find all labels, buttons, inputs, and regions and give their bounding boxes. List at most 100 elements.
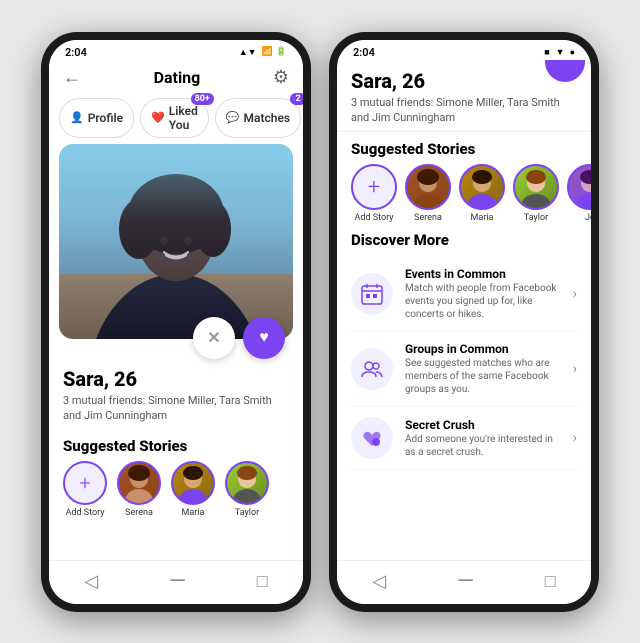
- discover-more-title: Discover More: [351, 231, 577, 249]
- story2-serena[interactable]: Serena: [405, 164, 451, 223]
- nav-back-2[interactable]: ◁: [372, 571, 386, 592]
- maria-avatar: [171, 461, 215, 505]
- nav-home-1[interactable]: —: [169, 569, 186, 594]
- secret-crush-icon-wrap: [351, 417, 393, 459]
- nav-bar-2: ◁ — □: [337, 560, 591, 604]
- story-add[interactable]: + Add Story: [63, 461, 107, 518]
- add-story-circle[interactable]: +: [63, 461, 107, 505]
- pass-icon: ✕: [207, 328, 220, 348]
- maria-2-label: Maria: [471, 213, 494, 223]
- stories-row: + Add Story Serena: [49, 461, 303, 518]
- nav-bar-1: ◁ — □: [49, 560, 303, 604]
- tab-matches[interactable]: 💬 Matches 2: [215, 98, 301, 138]
- status-icons-2: ■ ▼ ●: [544, 47, 575, 58]
- profile-info: Sara, 26 3 mutual friends: Simone Miller…: [49, 359, 303, 430]
- pass-button[interactable]: ✕: [193, 317, 235, 359]
- phone-2: 2:04 ■ ▼ ● Sara, 26 3 mutual friends: Si…: [329, 32, 599, 612]
- liked-you-badge: 80+: [191, 93, 214, 105]
- events-desc: Match with people from Facebook events y…: [405, 282, 561, 321]
- time-2: 2:04: [353, 46, 375, 59]
- suggested-stories-2-title: Suggested Stories: [337, 132, 591, 164]
- secret-crush-title: Secret Crush: [405, 418, 561, 432]
- suggested-stories-title: Suggested Stories: [49, 429, 303, 461]
- time-1: 2:04: [65, 46, 87, 59]
- status-icons-1: ▲▼ 📶 🔋: [239, 47, 287, 58]
- phone-1-screen: 2:04 ▲▼ 📶 🔋 ← Dating ⚙ 👤 Profile: [49, 40, 303, 604]
- nav-back-1[interactable]: ◁: [84, 571, 98, 592]
- profile-tab-label: Profile: [88, 111, 123, 125]
- groups-in-common-item[interactable]: Groups in Common See suggested matches w…: [351, 332, 577, 407]
- secret-crush-desc: Add someone you're interested in as a se…: [405, 433, 561, 459]
- story-serena[interactable]: Serena: [117, 461, 161, 518]
- taylor-avatar: [225, 461, 269, 505]
- liked-you-tab-icon: ❤️: [151, 111, 165, 124]
- events-text: Events in Common Match with people from …: [405, 267, 561, 321]
- app-header: ← Dating ⚙: [49, 61, 303, 94]
- events-arrow: ›: [573, 286, 577, 302]
- serena-label: Serena: [125, 508, 153, 518]
- matches-badge: 2: [290, 93, 303, 105]
- tab-profile[interactable]: 👤 Profile: [59, 98, 134, 138]
- events-in-common-item[interactable]: Events in Common Match with people from …: [351, 257, 577, 332]
- groups-desc: See suggested matches who are members of…: [405, 357, 561, 396]
- matches-tab-icon: 💬: [226, 111, 240, 124]
- discover-more-section: Discover More Events in Commo: [337, 231, 591, 470]
- like-button[interactable]: ♥: [243, 317, 285, 359]
- groups-text: Groups in Common See suggested matches w…: [405, 342, 561, 396]
- tab-bar: 👤 Profile ❤️ Liked You 80+ 💬 Matches 2: [49, 94, 303, 144]
- serena-2-avatar: [405, 164, 451, 210]
- status-bar-1: 2:04 ▲▼ 📶 🔋: [49, 40, 303, 61]
- jo-avatar: [567, 164, 591, 210]
- image-overlay: [59, 144, 293, 339]
- profile-image: [59, 144, 293, 339]
- add-story-2-circle[interactable]: +: [351, 164, 397, 210]
- secret-crush-text: Secret Crush Add someone you're interest…: [405, 418, 561, 459]
- profile2-name: Sara, 26: [351, 69, 577, 93]
- events-icon-wrap: [351, 273, 393, 315]
- action-buttons: ✕ ♥: [49, 317, 303, 359]
- secret-crush-arrow: ›: [573, 430, 577, 446]
- story2-add[interactable]: + Add Story: [351, 164, 397, 223]
- story-taylor[interactable]: Taylor: [225, 461, 269, 518]
- taylor-label: Taylor: [235, 508, 259, 518]
- maria-label: Maria: [182, 508, 205, 518]
- serena-avatar: [117, 461, 161, 505]
- back-button[interactable]: ←: [63, 67, 81, 88]
- matches-tab-label: Matches: [244, 111, 291, 125]
- signal-dot-icon: ▼: [556, 47, 565, 58]
- story2-jo[interactable]: Jo: [567, 164, 591, 223]
- serena-2-label: Serena: [414, 213, 442, 223]
- secret-crush-item[interactable]: Secret Crush Add someone you're interest…: [351, 407, 577, 470]
- taylor-2-avatar: [513, 164, 559, 210]
- nav-home-2[interactable]: —: [457, 569, 474, 594]
- story2-maria[interactable]: Maria: [459, 164, 505, 223]
- liked-you-tab-label: Liked You: [169, 104, 198, 132]
- nav-square-1[interactable]: □: [257, 571, 268, 592]
- profile-tab-icon: 👤: [70, 111, 84, 124]
- wifi-2-icon: ●: [570, 47, 575, 58]
- profile-friends: 3 mutual friends: Simone Miller, Tara Sm…: [63, 393, 289, 424]
- story2-taylor[interactable]: Taylor: [513, 164, 559, 223]
- events-title: Events in Common: [405, 267, 561, 281]
- tab-liked-you[interactable]: ❤️ Liked You 80+: [140, 98, 209, 138]
- header-title: Dating: [154, 68, 201, 87]
- groups-title: Groups in Common: [405, 342, 561, 356]
- profile2-friends: 3 mutual friends: Simone Miller, Tara Sm…: [351, 95, 577, 126]
- phone-1: 2:04 ▲▼ 📶 🔋 ← Dating ⚙ 👤 Profile: [41, 32, 311, 612]
- like-icon: ♥: [259, 329, 269, 347]
- battery-square-icon: ■: [544, 47, 549, 58]
- maria-2-avatar: [459, 164, 505, 210]
- add-story-label: Add Story: [66, 508, 105, 518]
- stories-row-2: + Add Story Serena: [337, 164, 591, 231]
- status-bar-2: 2:04 ■ ▼ ●: [337, 40, 591, 61]
- groups-icon-wrap: [351, 348, 393, 390]
- story-maria[interactable]: Maria: [171, 461, 215, 518]
- nav-square-2[interactable]: □: [545, 571, 556, 592]
- settings-icon[interactable]: ⚙: [273, 67, 289, 88]
- jo-label: Jo: [585, 213, 591, 223]
- taylor-2-label: Taylor: [524, 213, 548, 223]
- profile-name: Sara, 26: [63, 367, 289, 391]
- groups-arrow: ›: [573, 361, 577, 377]
- phone-2-screen: 2:04 ■ ▼ ● Sara, 26 3 mutual friends: Si…: [337, 40, 591, 604]
- add-story-2-label: Add Story: [355, 213, 394, 223]
